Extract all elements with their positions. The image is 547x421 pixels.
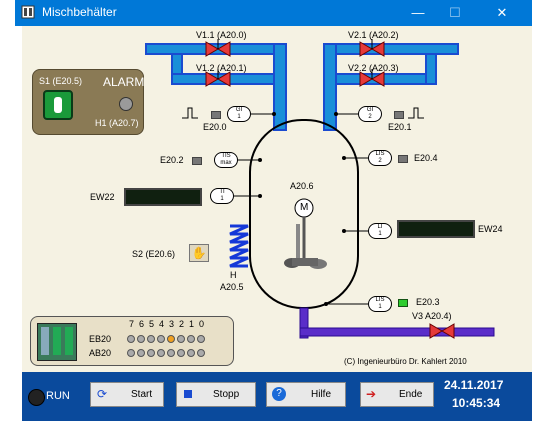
time-display: 10:45:34 — [452, 396, 501, 410]
window: Mischbehälter — ☐ ✕ V1.1 (A20.0) V1.2 (A… — [0, 0, 547, 421]
sensor-gi2: GI 2 — [358, 106, 382, 122]
app-icon — [21, 5, 35, 19]
help-button-label: Hilfe — [311, 389, 332, 400]
io-ab20-led — [147, 349, 155, 357]
stop-icon — [184, 390, 192, 398]
heater-label: A20.5 — [220, 282, 244, 292]
indicator-e20-3 — [398, 299, 408, 307]
mixer-label: A20.6 — [290, 181, 314, 191]
alarm-panel: S1 (E20.5) ALARM H1 (A20.7) — [32, 69, 144, 135]
io-eb20-led — [177, 335, 185, 343]
lamp-h1-label: H1 (A20.7) — [95, 118, 139, 128]
heater-h-label: H — [230, 270, 237, 280]
switch-s1[interactable] — [43, 90, 73, 120]
io-bit-label: 7 — [129, 319, 135, 329]
sensor-lis2-label: E20.4 — [414, 153, 438, 163]
end-button[interactable]: ➔ Ende — [360, 382, 434, 407]
io-eb20-label: EB20 — [89, 334, 112, 344]
io-eb20-led — [147, 335, 155, 343]
io-panel: 76543210 EB20 AB20 — [30, 316, 234, 366]
mixer-motor-symbol: M — [300, 202, 309, 213]
switch-s2-label: S2 (E20.6) — [132, 249, 176, 259]
help-icon: ? — [272, 387, 286, 401]
indicator-e20-0 — [211, 111, 221, 119]
io-bit-label: 0 — [199, 319, 205, 329]
io-eb20-led — [197, 335, 205, 343]
run-label: RUN — [46, 390, 70, 402]
io-eb20-led — [157, 335, 165, 343]
run-indicator-lamp — [28, 389, 45, 406]
valve-v1-1-label: V1.1 (A20.0) — [196, 30, 247, 40]
switch-s2-button[interactable]: ✋ — [189, 244, 209, 262]
exit-icon: ➔ — [366, 387, 377, 401]
indicator-e20-2 — [192, 157, 202, 165]
end-button-label: Ende — [399, 389, 423, 400]
sensor-li1: LI 1 — [368, 223, 392, 239]
io-bit-label: 4 — [159, 319, 165, 329]
title-bar: Mischbehälter — ☐ ✕ — [15, 0, 532, 26]
io-bit-label: 3 — [169, 319, 175, 329]
sensor-gi1: GI 1 — [227, 106, 251, 122]
copyright-text: (C) Ingenieurbüro Dr. Kahlert 2010 — [344, 357, 467, 366]
sensor-tis: TIS max — [214, 152, 238, 168]
sensor-ti1: TI 1 — [210, 188, 234, 204]
io-ab20-led — [197, 349, 205, 357]
display-ew24 — [397, 220, 475, 238]
indicator-e20-4 — [398, 155, 408, 163]
io-eb20-led — [187, 335, 195, 343]
io-eb20-led — [137, 335, 145, 343]
io-ab20-led — [127, 349, 135, 357]
io-bit-label: 5 — [149, 319, 155, 329]
process-canvas: V1.1 (A20.0) V1.2 (A20.1) V2.1 (A20.2) V… — [22, 26, 532, 372]
alarm-lamp-h1 — [119, 97, 133, 111]
valve-v2-2-label: V2.2 (A20.3) — [348, 63, 399, 73]
sensor-gi1-label: E20.0 — [203, 122, 227, 132]
valve-v2-1-label: V2.1 (A20.2) — [348, 30, 399, 40]
io-eb20-led — [127, 335, 135, 343]
io-ab20-led — [187, 349, 195, 357]
valve-v1-2-label: V1.2 (A20.1) — [196, 63, 247, 73]
start-button[interactable]: ⟳ Start — [90, 382, 164, 407]
display-ew22-label: EW22 — [90, 192, 115, 202]
io-ab20-led — [137, 349, 145, 357]
stop-button-label: Stopp — [213, 389, 240, 400]
sensor-tis-label: E20.2 — [160, 155, 184, 165]
pulse-icon-left — [182, 107, 198, 119]
date-display: 24.11.2017 — [444, 378, 504, 392]
indicator-e20-1 — [394, 111, 404, 119]
sensor-lis2: LIS 2 — [368, 150, 392, 166]
plc-icon — [37, 323, 77, 361]
window-title: Mischbehälter — [42, 5, 117, 19]
io-bit-label: 1 — [189, 319, 195, 329]
start-button-label: Start — [131, 389, 153, 400]
control-bar: RUN ⟳ Start Stopp ? Hilfe ➔ Ende 24.11.2… — [22, 372, 532, 421]
stop-button[interactable]: Stopp — [176, 382, 256, 407]
io-ab20-led — [177, 349, 185, 357]
help-button[interactable]: ? Hilfe — [266, 382, 346, 407]
outlet-pipe — [299, 307, 495, 339]
io-bit-label: 2 — [179, 319, 185, 329]
io-bit-label: 6 — [139, 319, 145, 329]
io-ab20-led — [167, 349, 175, 357]
display-ew22 — [124, 188, 202, 206]
io-ab20-led — [157, 349, 165, 357]
io-ab20-label: AB20 — [89, 348, 112, 358]
close-button[interactable]: ✕ — [482, 0, 522, 26]
display-ew24-label: EW24 — [478, 224, 503, 234]
maximize-button[interactable]: ☐ — [435, 0, 475, 26]
minimize-button[interactable]: — — [398, 0, 438, 26]
switch-s1-label: S1 (E20.5) — [39, 76, 83, 86]
inlet-pipe-right — [323, 43, 459, 131]
alarm-label: ALARM — [103, 75, 145, 89]
heater-coil — [229, 224, 249, 268]
switch-s1-handle — [54, 97, 62, 113]
start-icon: ⟳ — [97, 387, 108, 401]
sensor-lis1-label: E20.3 — [416, 297, 440, 307]
pulse-icon-right — [408, 107, 424, 119]
sensor-gi2-label: E20.1 — [388, 122, 412, 132]
valve-v3-label: V3 A20.4) — [412, 311, 452, 321]
sensor-lis1: LIS 1 — [368, 296, 392, 312]
io-eb20-led — [167, 335, 175, 343]
